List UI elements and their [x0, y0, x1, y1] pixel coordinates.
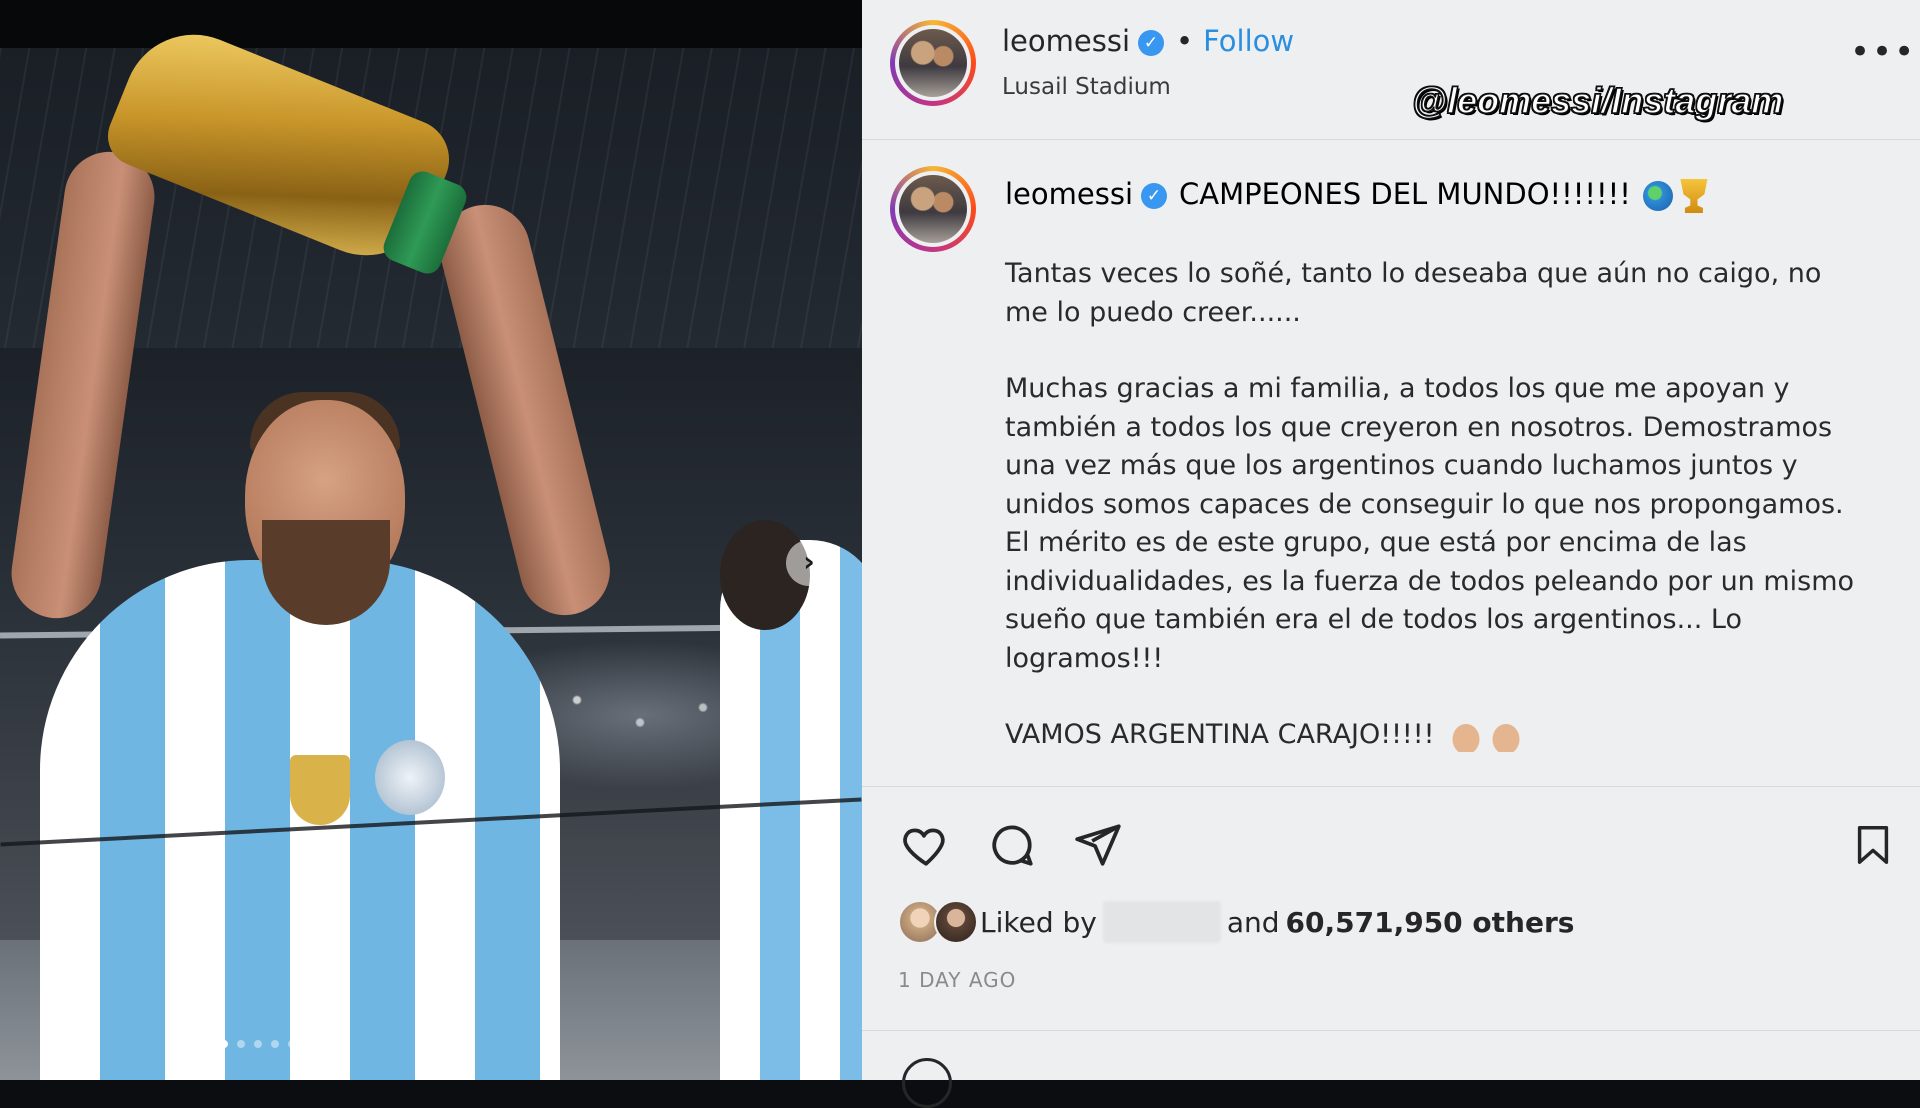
- blurred-liker-name[interactable]: [1102, 901, 1221, 943]
- avatar-image: [899, 175, 967, 243]
- avatar-image: [899, 29, 967, 97]
- caption-header: leomessi ✓ CAMPEONES DEL MUNDO!!!!!!!: [1005, 177, 1709, 213]
- action-bar: [898, 820, 1898, 876]
- caption-paragraph: VAMOS ARGENTINA CARAJO!!!!!: [1005, 719, 1435, 750]
- chevron-right-icon[interactable]: ›: [786, 540, 832, 586]
- caption-divider: [862, 786, 1920, 787]
- avatar: [934, 900, 978, 944]
- caption-text: Tantas veces lo soñé, tanto lo deseaba q…: [1005, 255, 1865, 793]
- carousel-dots: [220, 1040, 313, 1048]
- comment-icon[interactable]: [986, 820, 1038, 870]
- follow-button[interactable]: Follow: [1203, 24, 1294, 58]
- trophy-icon: [1680, 179, 1708, 213]
- source-watermark: @leomessi/Instagram: [1411, 79, 1784, 122]
- carousel-dot: [254, 1040, 262, 1048]
- caption-title: CAMPEONES DEL MUNDO!!!!!!!: [1179, 177, 1631, 211]
- footer-divider: [862, 1030, 1920, 1031]
- liker-avatars: [898, 900, 978, 944]
- jersey-badge: [290, 755, 350, 825]
- caption-paragraph: Muchas gracias a mi familia, a todos los…: [1005, 373, 1855, 674]
- verified-badge-icon: ✓: [1138, 30, 1165, 56]
- likes-and-label: and: [1226, 905, 1280, 939]
- caption-paragraph: Tantas veces lo soñé, tanto lo deseaba q…: [1005, 258, 1822, 328]
- caption-username[interactable]: leomessi: [1005, 177, 1133, 211]
- carousel-dot: [305, 1040, 313, 1048]
- post-photo[interactable]: ›: [0, 0, 862, 1080]
- likes-count[interactable]: 60,571,950 others: [1286, 906, 1575, 939]
- post-location[interactable]: Lusail Stadium: [1002, 74, 1171, 100]
- caption-avatar[interactable]: [890, 166, 976, 252]
- likes-summary: Liked by and 60,571,950 others: [898, 900, 1574, 944]
- emoji-icon[interactable]: [902, 1058, 952, 1108]
- more-options-icon[interactable]: •••: [1850, 35, 1916, 69]
- header-avatar[interactable]: [890, 20, 976, 106]
- carousel-dot: [220, 1040, 228, 1048]
- header-username[interactable]: leomessi: [1002, 24, 1130, 58]
- liked-by-label: Liked by: [980, 905, 1097, 939]
- carousel-dot: [288, 1040, 296, 1048]
- raising-hands-icon: [1448, 719, 1483, 752]
- globe-icon: [1642, 181, 1673, 211]
- heart-icon[interactable]: [900, 820, 952, 870]
- post-header: leomessi ✓ • Follow: [1002, 24, 1294, 58]
- raising-hands-icon: [1488, 719, 1523, 752]
- share-icon[interactable]: [1072, 820, 1124, 870]
- bookmark-icon[interactable]: [1850, 820, 1896, 870]
- header-divider: [862, 139, 1920, 140]
- header-separator: •: [1176, 24, 1194, 58]
- caption-closing: VAMOS ARGENTINA CARAJO!!!!!: [1005, 716, 1865, 755]
- verified-badge-icon: ✓: [1141, 183, 1168, 209]
- photo-top-bar: [0, 0, 862, 48]
- carousel-dot: [271, 1040, 279, 1048]
- afa-crest: [375, 740, 445, 815]
- carousel-dot: [237, 1040, 245, 1048]
- post-timestamp: 1 DAY AGO: [898, 968, 1017, 992]
